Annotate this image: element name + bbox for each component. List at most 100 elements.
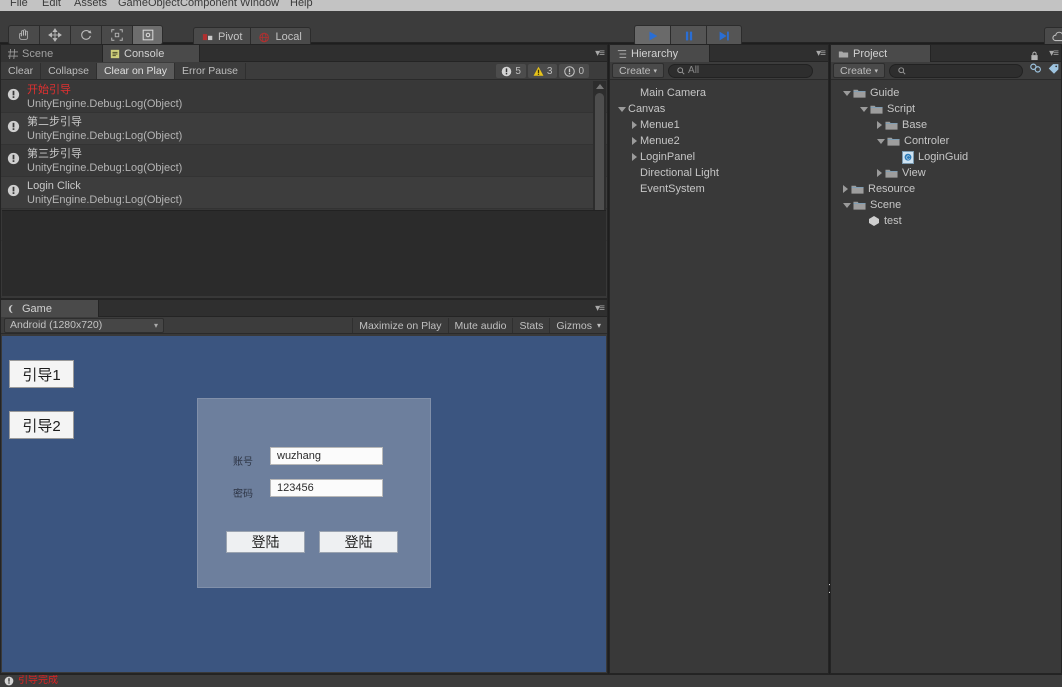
log-info-icon: [7, 152, 27, 170]
login-button-1-label: 登陆: [251, 534, 280, 550]
tree-item-script[interactable]: Script: [831, 101, 1061, 117]
tree-item-label: Base: [902, 119, 928, 131]
chevron-down-icon[interactable]: [877, 138, 885, 144]
scrollbar-thumb[interactable]: [595, 93, 604, 221]
console-log-row[interactable]: 第三步引导 UnityEngine.Debug:Log(Object): [1, 145, 607, 177]
stats-button[interactable]: Stats: [512, 318, 549, 333]
csharp-script-icon: C: [902, 150, 914, 164]
tree-item-main-camera[interactable]: Main Camera: [610, 85, 828, 101]
tree-item-view[interactable]: View: [831, 165, 1061, 181]
status-bar[interactable]: 引导完成: [0, 674, 1062, 687]
tree-item-scene[interactable]: Scene: [831, 197, 1061, 213]
mute-audio-button[interactable]: Mute audio: [447, 318, 513, 333]
chevron-down-icon[interactable]: [618, 106, 626, 112]
tree-item-label: View: [902, 167, 926, 179]
hierarchy-search-input[interactable]: All: [668, 63, 814, 78]
rotate-tool-button[interactable]: [70, 25, 101, 45]
search-by-type-icon[interactable]: [1029, 62, 1043, 80]
project-options-menu[interactable]: ▾≡: [1049, 48, 1059, 59]
menu-item-help[interactable]: Help: [290, 0, 313, 10]
chevron-right-icon[interactable]: [843, 185, 848, 193]
tree-item-eventsystem[interactable]: EventSystem: [610, 181, 828, 197]
game-options-menu[interactable]: ▾≡: [595, 303, 605, 314]
menu-item-file[interactable]: File: [10, 0, 28, 10]
login-button-2[interactable]: 登陆: [319, 531, 398, 553]
tab-console[interactable]: Console: [103, 45, 200, 62]
chevron-down-icon: ▾: [874, 67, 879, 75]
tree-item-canvas[interactable]: Canvas: [610, 101, 828, 117]
gizmos-button[interactable]: Gizmos ▾: [549, 318, 607, 333]
tree-item-directional-light[interactable]: Directional Light: [610, 165, 828, 181]
menu-item-window[interactable]: Window: [240, 0, 279, 10]
tree-item-menue2[interactable]: Menue2: [610, 133, 828, 149]
tree-item-base[interactable]: Base: [831, 117, 1061, 133]
scale-tool-button[interactable]: [101, 25, 132, 45]
project-create-button[interactable]: Create ▾: [833, 63, 886, 78]
tab-game[interactable]: Game: [1, 300, 99, 317]
hand-tool-button[interactable]: [8, 25, 39, 45]
search-icon: [677, 66, 685, 75]
login-button-1[interactable]: 登陆: [226, 531, 305, 553]
console-log-row[interactable]: 开始引导 UnityEngine.Debug:Log(Object): [1, 81, 607, 113]
chevron-down-icon[interactable]: [843, 202, 851, 208]
tree-item-resource[interactable]: Resource: [831, 181, 1061, 197]
unity-scene-icon: [868, 215, 880, 227]
step-button[interactable]: [706, 25, 742, 46]
cloud-icon: [1052, 31, 1062, 42]
console-options-menu[interactable]: ▾≡: [595, 48, 605, 59]
game-view-canvas[interactable]: 引导1 引导2 账号 wuzhang 密码 123456 登陆 登陆: [2, 336, 606, 672]
tree-item-loginpanel[interactable]: LoginPanel: [610, 149, 828, 165]
chevron-down-icon[interactable]: [860, 106, 868, 112]
hierarchy-options-menu[interactable]: ▾≡: [816, 48, 826, 59]
move-tool-button[interactable]: [39, 25, 70, 45]
guide-button-1-label: 引导1: [22, 366, 61, 384]
chevron-right-icon[interactable]: [632, 153, 637, 161]
search-by-label-icon[interactable]: [1047, 62, 1061, 80]
guide-button-2[interactable]: 引导2: [9, 411, 74, 439]
chevron-right-icon[interactable]: [632, 121, 637, 129]
gizmos-chevron-down-icon[interactable]: ▾: [597, 321, 601, 330]
console-log-row[interactable]: Login Click UnityEngine.Debug:Log(Object): [1, 177, 607, 209]
tab-hierarchy[interactable]: Hierarchy: [610, 45, 710, 62]
scroll-up-arrow[interactable]: [596, 84, 604, 89]
hierarchy-tree[interactable]: Main Camera Canvas Menue1 Menue2 LoginPanel D…: [610, 81, 828, 673]
menu-item-edit[interactable]: Edit: [42, 0, 61, 10]
hierarchy-create-button[interactable]: Create ▾: [612, 63, 665, 78]
console-error-pause-button[interactable]: Error Pause: [175, 62, 247, 79]
tree-item-menue1[interactable]: Menue1: [610, 117, 828, 133]
chevron-right-icon[interactable]: [877, 121, 882, 129]
chevron-right-icon[interactable]: [632, 137, 637, 145]
rect-tool-button[interactable]: [132, 25, 163, 45]
project-search-input[interactable]: [889, 63, 1023, 78]
project-tree[interactable]: Guide Script Base Controler C LoginGuid View Re…: [831, 81, 1061, 673]
guide-button-1[interactable]: 引导1: [9, 360, 74, 388]
menu-item-assets[interactable]: Assets: [74, 0, 107, 10]
project-create-label: Create: [840, 64, 872, 77]
chevron-right-icon[interactable]: [877, 169, 882, 177]
tree-item-test[interactable]: test: [831, 213, 1061, 229]
tab-scene-label: Scene: [22, 47, 54, 60]
tree-item-loginguid[interactable]: C LoginGuid: [831, 149, 1061, 165]
tree-item-guide[interactable]: Guide: [831, 85, 1061, 101]
play-button[interactable]: [634, 25, 670, 46]
resolution-dropdown[interactable]: Android (1280x720) ▾: [4, 317, 164, 333]
password-input[interactable]: 123456: [270, 479, 383, 497]
maximize-on-play-button[interactable]: Maximize on Play: [352, 318, 447, 333]
account-input[interactable]: wuzhang: [270, 447, 383, 465]
tab-scene[interactable]: Scene: [1, 45, 103, 62]
warning-count[interactable]: 3: [527, 64, 558, 78]
menu-item-gameobject[interactable]: GameObject: [118, 0, 180, 10]
tab-project[interactable]: Project: [831, 45, 931, 62]
console-collapse-button[interactable]: Collapse: [41, 62, 97, 79]
console-log-text: 第二步引导 UnityEngine.Debug:Log(Object): [27, 115, 182, 143]
info-count[interactable]: 5: [496, 64, 526, 78]
play-icon: [649, 31, 657, 40]
error-count[interactable]: 0: [559, 64, 589, 78]
console-clear-button[interactable]: Clear: [1, 62, 42, 79]
chevron-down-icon[interactable]: [843, 90, 851, 96]
console-clear-on-play-button[interactable]: Clear on Play: [96, 62, 175, 79]
menu-item-component[interactable]: Component: [180, 0, 237, 10]
console-log-row[interactable]: 第二步引导 UnityEngine.Debug:Log(Object): [1, 113, 607, 145]
tree-item-controler[interactable]: Controler: [831, 133, 1061, 149]
pause-button[interactable]: [670, 25, 706, 46]
